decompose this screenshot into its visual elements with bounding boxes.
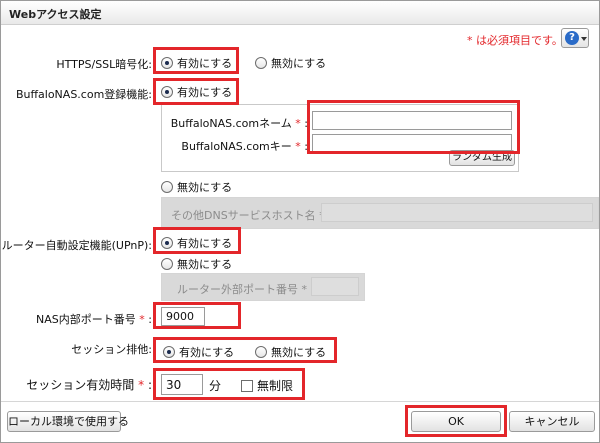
https-enable-label: 有効にする bbox=[177, 57, 233, 70]
https-enable-radio[interactable]: 有効にする bbox=[161, 55, 232, 71]
buffalonas-key-text: BuffaloNAS.comキー bbox=[181, 140, 292, 153]
ok-button[interactable]: OK bbox=[411, 411, 501, 432]
buffalonas-enable-radio[interactable]: 有効にする bbox=[161, 84, 232, 100]
footer-divider bbox=[1, 401, 599, 402]
session-lock-disable-radio[interactable]: 無効にする bbox=[255, 344, 326, 360]
session-timeout-input[interactable] bbox=[161, 374, 203, 395]
https-label: HTTPS/SSL暗号化: bbox=[56, 58, 152, 71]
session-timeout-label: セッション有効時間 * : bbox=[26, 376, 152, 393]
nas-port-text: NAS内部ポート番号 bbox=[36, 313, 136, 326]
unlimited-label: 無制限 bbox=[257, 379, 294, 393]
label-colon: : bbox=[304, 117, 308, 130]
buffalonas-key-label: BuffaloNAS.comキー * : bbox=[181, 138, 308, 154]
router-port-label: ルーター外部ポート番号 * : bbox=[177, 281, 314, 297]
session-timeout-unit: 分 bbox=[209, 379, 222, 393]
checkbox-unchecked-icon bbox=[241, 379, 253, 392]
other-dns-input bbox=[321, 203, 593, 222]
radio-selected-icon bbox=[161, 237, 173, 249]
upnp-enable-label: 有効にする bbox=[177, 237, 233, 250]
radio-selected-icon bbox=[161, 86, 173, 98]
upnp-enable-radio[interactable]: 有効にする bbox=[161, 235, 232, 251]
help-button[interactable]: ? bbox=[561, 28, 589, 48]
router-port-input bbox=[311, 277, 359, 296]
buffalonas-name-input[interactable] bbox=[312, 111, 512, 130]
upnp-disable-label: 無効にする bbox=[177, 258, 233, 271]
upnp-disable-radio[interactable]: 無効にする bbox=[161, 256, 232, 272]
required-star: * bbox=[295, 140, 301, 153]
required-star: * bbox=[301, 283, 308, 296]
label-colon: : bbox=[304, 140, 308, 153]
nas-port-input[interactable] bbox=[161, 307, 205, 326]
session-lock-disable-label: 無効にする bbox=[271, 346, 327, 359]
other-dns-label: その他DNSサービスホスト名 * : bbox=[171, 207, 332, 223]
buffalonas-disable-radio[interactable]: 無効にする bbox=[161, 179, 232, 195]
other-dns-text: その他DNSサービスホスト名 bbox=[171, 209, 316, 222]
required-star: * bbox=[295, 117, 301, 130]
radio-unselected-icon bbox=[255, 57, 267, 69]
buffalonas-label: BuffaloNAS.com登録機能: bbox=[15, 88, 152, 101]
question-icon: ? bbox=[565, 31, 579, 45]
required-star: * bbox=[139, 313, 145, 326]
chevron-down-icon bbox=[581, 37, 587, 41]
radio-unselected-icon bbox=[161, 181, 173, 193]
required-star: * bbox=[138, 378, 145, 392]
upnp-label: ルーター自動設定機能(UPnP): bbox=[1, 239, 152, 252]
nas-port-label: NAS内部ポート番号 * : bbox=[36, 311, 152, 327]
session-lock-label: セッション排他: bbox=[71, 343, 152, 356]
https-disable-radio[interactable]: 無効にする bbox=[255, 55, 326, 71]
label-colon: : bbox=[148, 313, 152, 326]
buffalonas-name-label: BuffaloNAS.comネーム * : bbox=[171, 115, 308, 131]
radio-selected-icon bbox=[163, 346, 175, 358]
cancel-button[interactable]: キャンセル bbox=[509, 411, 595, 432]
unlimited-checkbox[interactable]: 無制限 bbox=[241, 377, 293, 394]
session-lock-enable-label: 有効にする bbox=[179, 346, 235, 359]
buffalonas-name-text: BuffaloNAS.comネーム bbox=[170, 117, 292, 130]
https-disable-label: 無効にする bbox=[271, 57, 327, 70]
dialog-title: Webアクセス設定 bbox=[9, 8, 102, 21]
session-lock-enable-radio[interactable]: 有効にする bbox=[163, 344, 234, 360]
required-note: * は必須項目です。 bbox=[467, 34, 563, 47]
local-environment-button[interactable]: ローカル環境で使用する bbox=[7, 411, 129, 432]
router-port-text: ルーター外部ポート番号 bbox=[177, 283, 298, 296]
radio-selected-icon bbox=[161, 57, 173, 69]
label-colon: : bbox=[147, 378, 152, 392]
radio-unselected-icon bbox=[161, 258, 173, 270]
random-generate-button[interactable]: ランダム生成 bbox=[449, 150, 515, 166]
web-access-settings-dialog: Webアクセス設定 * は必須項目です。 ? HTTPS/SSL暗号化: 有効に… bbox=[0, 0, 600, 443]
title-bar: Webアクセス設定 bbox=[1, 1, 599, 25]
buffalonas-disable-label: 無効にする bbox=[177, 181, 233, 194]
session-timeout-text: セッション有効時間 bbox=[26, 378, 135, 392]
radio-unselected-icon bbox=[255, 346, 267, 358]
buffalonas-enable-label: 有効にする bbox=[177, 86, 233, 99]
